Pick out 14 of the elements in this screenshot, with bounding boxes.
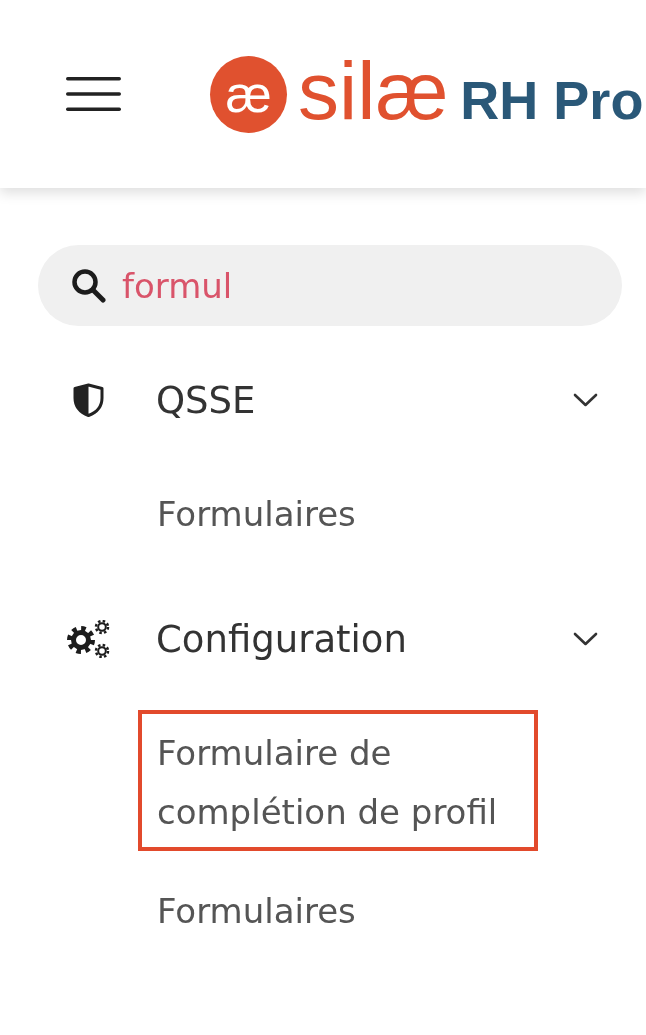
menu-icon[interactable] xyxy=(66,76,121,112)
chevron-down-icon xyxy=(573,393,598,407)
nav-link[interactable]: Formulaires xyxy=(138,485,375,544)
nav-section[interactable]: Configuration xyxy=(0,604,646,674)
logo-badge: æ xyxy=(210,55,287,133)
chevron-down-icon xyxy=(573,632,598,646)
brand-name: silæ xyxy=(298,50,449,132)
product-name: RH Pro xyxy=(460,73,644,127)
nav-link[interactable]: Formulaires xyxy=(138,882,375,941)
nav-section[interactable]: QSSE xyxy=(0,365,646,435)
search-icon xyxy=(71,268,106,303)
gears-icon xyxy=(67,620,110,658)
shield-icon xyxy=(73,383,104,417)
nav-link[interactable]: Formulaire de complétion de profil xyxy=(138,709,538,851)
